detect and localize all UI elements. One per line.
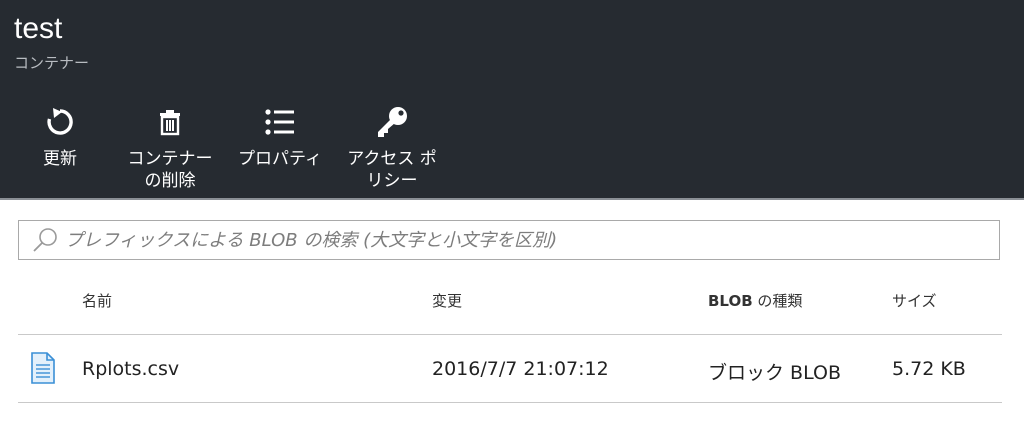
properties-label: プロパティ [238, 149, 322, 169]
delete-container-button[interactable]: コンテナーの削除 [122, 100, 218, 192]
cell-size: 5.72 KB [892, 358, 966, 380]
page-subtitle: コンテナー [14, 54, 90, 72]
column-blob-type-rest: の種類 [752, 292, 803, 310]
cell-blob-type: ブロック BLOB [708, 362, 841, 384]
refresh-label: 更新 [43, 149, 77, 169]
column-size[interactable]: サイズ [892, 290, 937, 311]
page-title: test [14, 12, 63, 45]
header-divider [0, 198, 1024, 200]
table-row[interactable]: Rplots.csv 2016/7/7 21:07:12 ブロック BLOB 5… [18, 338, 1002, 403]
command-bar: 更新 コンテナーの削除 プロパティ アクセス ポリシー [0, 100, 1024, 200]
key-icon [374, 104, 410, 140]
column-modified[interactable]: 変更 [432, 290, 462, 311]
search-box[interactable] [18, 220, 1000, 260]
list-icon [262, 104, 298, 140]
properties-button[interactable]: プロパティ [232, 100, 328, 192]
column-name[interactable]: 名前 [82, 290, 112, 311]
column-blob-type-bold: BLOB [708, 292, 753, 310]
cell-name[interactable]: Rplots.csv [82, 358, 179, 380]
refresh-button[interactable]: 更新 [12, 100, 108, 192]
document-icon [30, 352, 56, 389]
delete-container-label: コンテナーの削除 [127, 149, 213, 191]
table-header: 名前 変更 BLOB の種類 サイズ [18, 276, 1002, 335]
refresh-icon [42, 104, 78, 140]
access-policy-button[interactable]: アクセス ポリシー [344, 100, 440, 192]
access-policy-label: アクセス ポリシー [347, 149, 437, 191]
cell-modified: 2016/7/7 21:07:12 [432, 358, 609, 380]
trash-icon [152, 104, 188, 140]
blade-header: test コンテナー 更新 コンテナーの削除 プロパティ アクセス ポリシー [0, 0, 1024, 200]
search-input[interactable] [61, 221, 999, 259]
search-icon [31, 225, 61, 255]
column-blob-type[interactable]: BLOB の種類 [708, 290, 802, 311]
